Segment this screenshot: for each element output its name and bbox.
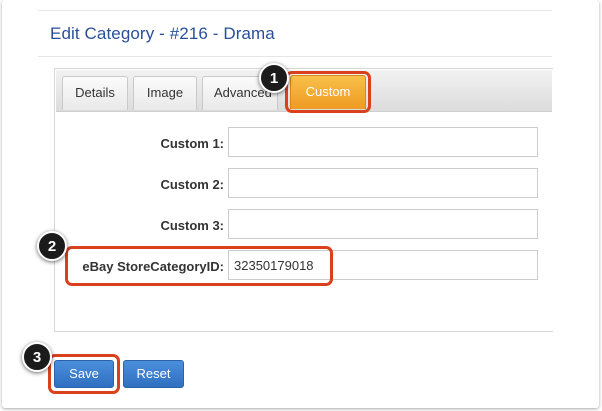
callout-badge-1: 1	[259, 63, 289, 93]
callout-badge-3: 3	[22, 342, 52, 372]
custom2-input[interactable]	[228, 168, 538, 198]
page-title: Edit Category - #216 - Drama	[50, 24, 275, 43]
tab-details[interactable]: Details	[62, 76, 128, 110]
callout-highlight-custom-tab	[285, 71, 371, 113]
custom3-input[interactable]	[228, 209, 538, 239]
divider	[38, 56, 552, 57]
divider	[38, 10, 552, 11]
reset-button[interactable]: Reset	[123, 360, 184, 388]
callout-highlight-ebay-field	[65, 246, 333, 286]
custom2-label: Custom 2:	[160, 177, 224, 192]
tab-image[interactable]: Image	[133, 76, 197, 110]
custom3-label: Custom 3:	[160, 218, 224, 233]
custom1-label: Custom 1:	[160, 136, 224, 151]
callout-highlight-save-button	[48, 354, 120, 394]
callout-badge-2: 2	[37, 231, 67, 261]
custom1-input[interactable]	[228, 127, 538, 157]
